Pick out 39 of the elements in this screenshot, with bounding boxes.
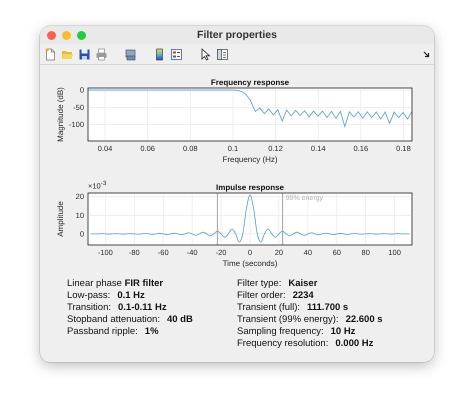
chart-title: Impulse response [216,183,284,192]
new-document-icon[interactable] [44,48,57,60]
property-label: Transition: [67,302,111,314]
save-icon[interactable] [78,48,91,60]
axis-label: Time (seconds) [222,259,278,268]
property-label: Filter order: [237,290,286,302]
property-label: Low-pass: [67,290,110,302]
print-preview-icon[interactable] [124,48,137,60]
filter-description: Linear phase FIR filter [67,278,164,290]
property-value: 1% [144,326,159,338]
property-label: Frequency resolution: [237,338,328,350]
chart-title: Frequency response [210,78,290,87]
property-value: 0.1 Hz [117,290,145,302]
property-value: 111.700 s [307,302,348,314]
property-label: Sampling frequency: [237,326,324,338]
legend-icon[interactable] [170,48,183,60]
property-value: Kaiser [288,278,318,290]
axis-label: Amplitude [56,201,65,237]
colorbar-icon[interactable] [153,48,166,60]
print-icon[interactable] [95,48,108,60]
property-value: 0.1-0.11 Hz [118,302,167,314]
property-value: 10 Hz [330,326,356,338]
dock-arrow-icon[interactable] [423,50,430,58]
reference-line [216,192,218,246]
property-label: Filter type: [237,278,282,290]
property-label: Passband ripple: [67,326,138,338]
axis-label: Frequency (Hz) [222,155,278,164]
axis-label: Magnitude (dB) [56,87,65,142]
property-label: Stopband attenuation: [67,314,160,326]
panel-icon[interactable] [216,48,229,60]
property-value: 22.600 s [346,314,383,326]
property-label: Transient (99% energy): [237,314,339,326]
property-value: 40 dB [166,314,193,326]
pointer-icon[interactable] [199,48,212,60]
reference-line [282,192,284,246]
property-value: 2234 [292,290,314,302]
property-value: 0.000 Hz [335,338,374,350]
property-label: Transient (full): [237,302,300,314]
window-title: Filter properties [197,29,277,41]
